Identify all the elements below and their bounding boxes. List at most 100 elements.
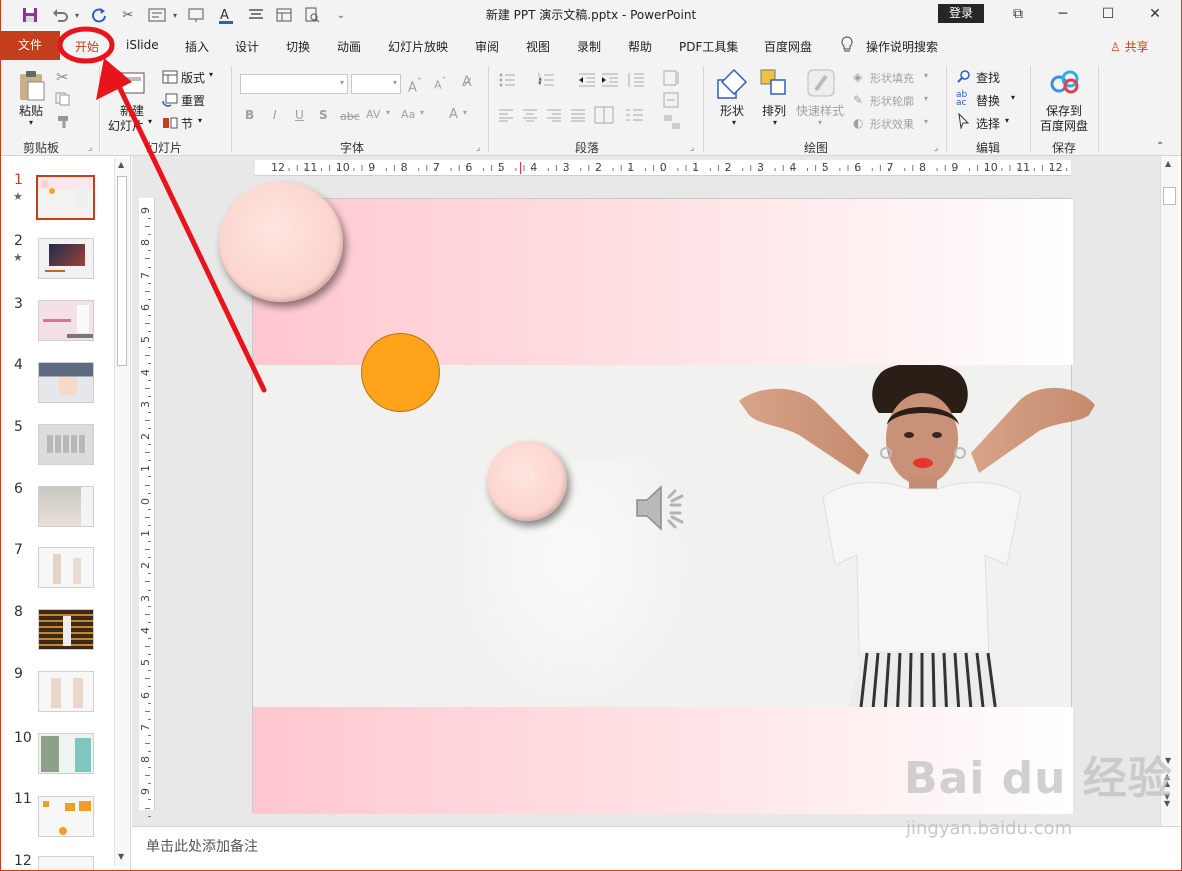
section-dropdown-icon[interactable]: ▾ [198, 116, 202, 125]
slide-thumbnail-11[interactable] [38, 796, 94, 837]
slide-thumbnail-5[interactable] [38, 424, 94, 465]
shape-effects-dropdown-icon[interactable]: ▾ [924, 117, 928, 126]
align-left-icon[interactable] [498, 108, 514, 125]
font-color-button[interactable]: A [449, 107, 458, 122]
layout-button[interactable]: 版式 [181, 69, 205, 86]
new-slide-dropdown-icon[interactable]: ▾ [148, 117, 152, 126]
scroll-down-icon[interactable]: ▼ [118, 852, 124, 861]
replace-icon[interactable]: ab ac [956, 91, 967, 108]
slide-thumbnail-4[interactable] [38, 362, 94, 403]
notes-placeholder[interactable]: 单击此处添加备注 [146, 836, 258, 856]
tab-file[interactable]: 文件 [0, 31, 60, 60]
slide-thumbnail-8[interactable] [38, 609, 94, 650]
layout-icon[interactable] [162, 70, 178, 87]
pink-circle-large[interactable] [219, 182, 343, 302]
ribbon-display-icon[interactable]: ⧉ [1003, 2, 1033, 26]
login-button[interactable]: 登录 [938, 4, 984, 23]
shape-effect-icon[interactable]: ◐ [853, 116, 863, 130]
cut-icon[interactable]: ✂ [56, 68, 69, 86]
collapse-ribbon-icon[interactable]: ⌃ [1156, 141, 1164, 152]
paste-label[interactable]: 粘贴 [19, 102, 43, 119]
change-case-dropdown-icon[interactable]: ▾ [420, 108, 424, 117]
scroll-thumb[interactable] [1163, 187, 1176, 205]
find-button[interactable]: 查找 [976, 69, 1000, 86]
thumbnails-scrollbar[interactable]: ▲ ▼ [114, 158, 129, 866]
tab-animations[interactable]: 动画 [337, 38, 361, 55]
slide-thumbnail-12[interactable] [38, 856, 94, 871]
italic-button[interactable]: I [273, 108, 277, 122]
tab-design[interactable]: 设计 [235, 38, 259, 55]
tab-help[interactable]: 帮助 [628, 38, 652, 55]
tab-transitions[interactable]: 切换 [286, 38, 310, 55]
align-center-icon[interactable] [522, 108, 538, 125]
quick-styles-dropdown-icon[interactable]: ▾ [818, 118, 822, 127]
numbering-icon[interactable] [537, 72, 559, 91]
justify-icon[interactable] [570, 108, 586, 125]
paste-dropdown-icon[interactable]: ▾ [29, 118, 33, 127]
minimize-button[interactable]: ─ [1048, 2, 1078, 26]
scroll-up-icon[interactable]: ▲ [1165, 159, 1171, 168]
shapes-dropdown-icon[interactable]: ▾ [732, 118, 736, 127]
new-slide-icon[interactable] [117, 70, 147, 101]
close-button[interactable]: ✕ [1140, 2, 1170, 26]
editor-scrollbar[interactable]: ▲ ▼ ▲ ▲ ▼ ▼ [1160, 156, 1178, 826]
columns-icon[interactable] [594, 106, 614, 127]
char-spacing-dropdown-icon[interactable]: ▾ [386, 108, 390, 117]
select-dropdown-icon[interactable]: ▾ [1005, 116, 1009, 125]
shape-effects-button[interactable]: 形状效果 [870, 116, 914, 132]
bullets-icon[interactable] [498, 72, 520, 91]
strikethrough-button[interactable]: abc [340, 110, 360, 123]
char-spacing-button[interactable]: AV [366, 108, 380, 121]
arrange-dropdown-icon[interactable]: ▾ [773, 118, 777, 127]
share-button[interactable]: ♙ 共享 [1110, 38, 1149, 55]
paint-bucket-icon[interactable]: ◈ [853, 70, 862, 84]
dialog-launcher-icon[interactable]: ⌟ [88, 143, 92, 153]
tab-view[interactable]: 视图 [526, 38, 550, 55]
increase-indent-icon[interactable] [601, 72, 619, 91]
tell-me-search[interactable]: 操作说明搜索 [866, 38, 938, 55]
line-spacing-icon[interactable] [626, 72, 646, 91]
text-shadow-button[interactable]: S [319, 108, 328, 122]
section-icon[interactable] [162, 116, 178, 133]
slide-thumbnail-1[interactable] [36, 175, 95, 220]
tab-home[interactable]: 开始 [75, 38, 99, 55]
shapes-button[interactable]: 形状 [720, 102, 744, 119]
shape-outline-button[interactable]: 形状轮廓 [870, 93, 914, 109]
tab-islide[interactable]: iSlide [126, 38, 159, 52]
model-photo[interactable] [739, 363, 1099, 710]
shape-outline-dropdown-icon[interactable]: ▾ [924, 94, 928, 103]
select-button[interactable]: 选择 [976, 115, 1000, 132]
decrease-font-icon[interactable]: Aˇ [434, 76, 446, 92]
orange-circle[interactable] [361, 333, 440, 412]
font-size-dropdown[interactable]: ▾ [351, 74, 401, 94]
increase-font-icon[interactable]: Aˆ [408, 76, 422, 95]
quick-styles-button[interactable]: 快速样式 [796, 102, 844, 119]
paste-icon[interactable] [17, 70, 47, 105]
change-case-button[interactable]: Aa [401, 108, 415, 121]
slide-canvas[interactable] [219, 182, 1095, 814]
baidu-netdisk-icon[interactable] [1050, 70, 1080, 97]
align-right-icon[interactable] [546, 108, 562, 125]
speaker-icon[interactable] [635, 483, 691, 536]
slide-thumbnail-9[interactable] [38, 671, 94, 712]
decrease-indent-icon[interactable] [578, 72, 596, 91]
dialog-launcher-icon[interactable]: ⌟ [476, 143, 480, 153]
tab-record[interactable]: 录制 [577, 38, 601, 55]
replace-dropdown-icon[interactable]: ▾ [1011, 93, 1015, 102]
maximize-button[interactable]: ☐ [1093, 2, 1123, 26]
tab-slideshow[interactable]: 幻灯片放映 [388, 38, 448, 55]
paragraph-spacing-icon[interactable] [625, 108, 645, 125]
shape-fill-dropdown-icon[interactable]: ▾ [924, 71, 928, 80]
tab-baidu-netdisk[interactable]: 百度网盘 [764, 38, 812, 55]
arrange-button[interactable]: 排列 [762, 102, 786, 119]
replace-button[interactable]: 替换 [976, 92, 1000, 109]
pen-icon[interactable]: ✎ [853, 93, 863, 107]
slide-thumbnail-7[interactable] [38, 547, 94, 588]
quick-styles-icon[interactable] [806, 68, 838, 103]
bold-button[interactable]: B [245, 108, 254, 122]
format-painter-icon[interactable] [56, 114, 72, 133]
shape-fill-button[interactable]: 形状填充 [870, 70, 914, 86]
underline-button[interactable]: U [295, 108, 304, 122]
slide-thumbnail-10[interactable] [38, 733, 94, 774]
align-text-icon[interactable] [663, 92, 681, 111]
